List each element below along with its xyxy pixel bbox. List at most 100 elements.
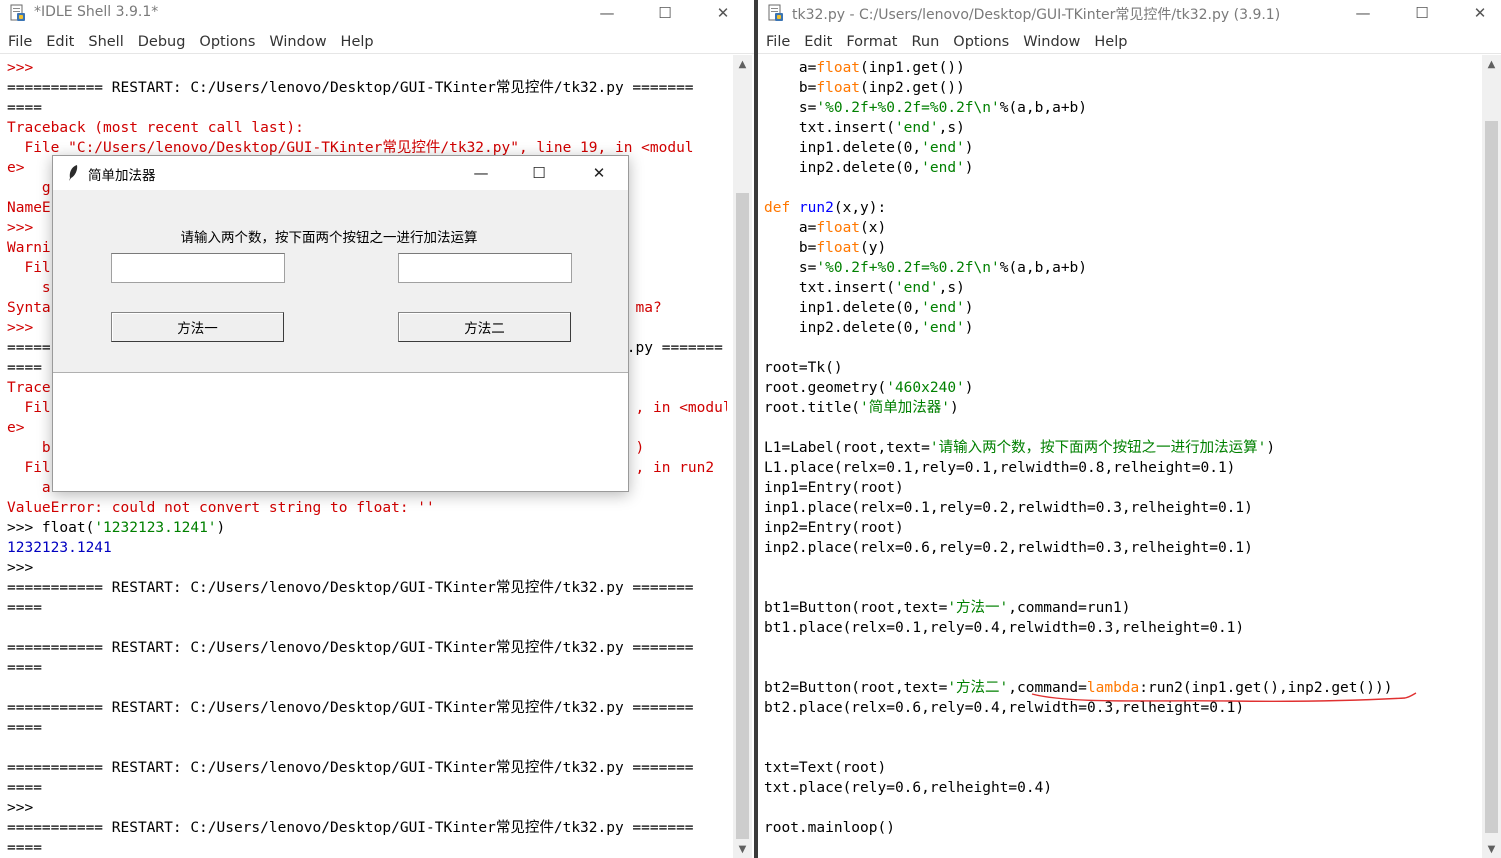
code-token: '460x240' xyxy=(886,380,965,396)
code-token: '简单加法器' xyxy=(860,400,950,416)
code-token: (x,y): xyxy=(833,200,887,216)
editor-menu-file[interactable]: File xyxy=(766,30,790,53)
number-input-2[interactable] xyxy=(398,253,572,283)
editor-code-line: a=float(inp1.get()) xyxy=(764,58,1489,78)
code-token: 'end' xyxy=(894,120,939,136)
editor-maximize-button[interactable]: ☐ xyxy=(1399,0,1445,26)
idle-app-icon xyxy=(10,4,25,21)
editor-code-line xyxy=(764,338,1489,358)
shell-scroll-thumb[interactable] xyxy=(736,193,749,839)
shell-output-line xyxy=(7,618,727,638)
code-token: ,s) xyxy=(938,120,965,136)
code-token: bt2=Button(root,text= xyxy=(764,680,948,696)
editor-menubar: File Edit Format Run Options Window Help xyxy=(758,30,1501,54)
code-token: Fil xyxy=(7,400,51,416)
shell-menu-options[interactable]: Options xyxy=(199,30,255,53)
editor-code-line: inp2.place(relx=0.6,rely=0.2,relwidth=0.… xyxy=(764,538,1489,558)
editor-scrollbar[interactable]: ▲ ▼ xyxy=(1482,55,1501,858)
shell-output-line: =========== RESTART: C:/Users/lenovo/Des… xyxy=(7,698,727,718)
editor-code-line: inp2.delete(0,'end') xyxy=(764,318,1489,338)
editor-code-line: txt.insert('end',s) xyxy=(764,278,1489,298)
editor-menu-options[interactable]: Options xyxy=(953,30,1009,53)
shell-minimize-button[interactable]: — xyxy=(584,0,630,26)
editor-menu-help[interactable]: Help xyxy=(1094,30,1127,53)
editor-scroll-thumb[interactable] xyxy=(1485,121,1498,833)
shell-menu-shell[interactable]: Shell xyxy=(88,30,123,53)
code-token: float xyxy=(816,80,861,96)
code-token: inp2.delete(0, xyxy=(764,160,922,176)
code-token: b= xyxy=(764,240,817,256)
shell-menu-debug[interactable]: Debug xyxy=(138,30,186,53)
result-text-area[interactable] xyxy=(53,372,628,491)
shell-scroll-up-arrow-icon[interactable]: ▲ xyxy=(733,55,752,73)
code-token: ,command=run1) xyxy=(1008,600,1131,616)
code-token: txt.insert( xyxy=(764,280,895,296)
shell-output-line: =========== RESTART: C:/Users/lenovo/Des… xyxy=(7,78,727,98)
editor-code-line: root.geometry('460x240') xyxy=(764,378,1489,398)
editor-code-line: s='%0.2f+%0.2f=%0.2f\n'%(a,b,a+b) xyxy=(764,258,1489,278)
editor-code-line xyxy=(764,578,1489,598)
code-token: Traceback (most recent call last): xyxy=(7,120,304,136)
shell-output-line: >>> xyxy=(7,558,727,578)
editor-menu-window[interactable]: Window xyxy=(1023,30,1080,53)
dialog-title: 简单加法器 xyxy=(88,168,156,184)
code-token: ==== xyxy=(7,780,42,796)
editor-menu-edit[interactable]: Edit xyxy=(804,30,832,53)
editor-code-line: inp1.delete(0,'end') xyxy=(764,298,1489,318)
code-token: inp2=Entry(root) xyxy=(764,520,904,536)
shell-scrollbar[interactable]: ▲ ▼ xyxy=(733,55,752,858)
shell-output-line: ==== xyxy=(7,838,727,858)
red-annotation-underline xyxy=(1031,692,1417,702)
code-token: Synta xyxy=(7,300,51,316)
code-token: '%0.2f+%0.2f=%0.2f\n' xyxy=(816,260,1000,276)
shell-output-line: ==== xyxy=(7,598,727,618)
code-token: '%0.2f+%0.2f=%0.2f\n' xyxy=(816,100,1000,116)
editor-scroll-down-arrow-icon[interactable]: ▼ xyxy=(1482,840,1501,858)
method-one-button[interactable]: 方法一 xyxy=(111,312,284,342)
code-token: >>> xyxy=(7,520,42,536)
code-token: float( xyxy=(41,520,95,536)
shell-output-line: =========== RESTART: C:/Users/lenovo/Des… xyxy=(7,758,727,778)
number-input-1[interactable] xyxy=(111,253,285,283)
editor-close-button[interactable]: ✕ xyxy=(1457,0,1501,26)
dialog-close-button[interactable]: ✕ xyxy=(579,160,619,186)
code-token: 'end' xyxy=(921,300,965,316)
dialog-maximize-button[interactable]: ☐ xyxy=(519,160,559,186)
code-token: ==== xyxy=(7,360,42,376)
editor-code-line xyxy=(764,638,1489,658)
editor-code-line: b=float(inp2.get()) xyxy=(764,78,1489,98)
editor-text-area[interactable]: a=float(inp1.get()) b=float(inp2.get()) … xyxy=(764,58,1489,838)
shell-window-title: *IDLE Shell 3.9.1* xyxy=(34,4,159,20)
shell-output-line xyxy=(7,678,727,698)
dialog-minimize-button[interactable]: — xyxy=(461,160,501,186)
shell-menu-file[interactable]: File xyxy=(8,30,32,53)
shell-menubar: File Edit Shell Debug Options Window Hel… xyxy=(0,30,754,54)
method-two-button[interactable]: 方法二 xyxy=(398,312,571,342)
editor-code-line: root.mainloop() xyxy=(764,818,1489,838)
editor-scroll-up-arrow-icon[interactable]: ▲ xyxy=(1482,55,1501,73)
editor-code-line: a=float(x) xyxy=(764,218,1489,238)
code-token: a= xyxy=(764,60,817,76)
shell-output-line: =========== RESTART: C:/Users/lenovo/Des… xyxy=(7,638,727,658)
shell-menu-edit[interactable]: Edit xyxy=(46,30,74,53)
editor-minimize-button[interactable]: — xyxy=(1340,0,1386,26)
shell-close-button[interactable]: ✕ xyxy=(700,0,746,26)
editor-menu-format[interactable]: Format xyxy=(846,30,897,53)
code-token: 1232123.1241 xyxy=(7,540,112,556)
code-token: %(a,b,a+b) xyxy=(999,100,1088,116)
shell-output-line: ==== xyxy=(7,98,727,118)
editor-menu-run[interactable]: Run xyxy=(911,30,939,53)
code-token: =========== RESTART: C:/Users/lenovo/Des… xyxy=(7,580,694,596)
editor-code-line xyxy=(764,738,1489,758)
code-token: root.mainloop() xyxy=(764,820,895,836)
code-token: '1232123.1241' xyxy=(94,520,217,536)
code-token: def xyxy=(764,200,791,216)
code-token: b xyxy=(7,440,51,456)
shell-maximize-button[interactable]: ☐ xyxy=(642,0,688,26)
shell-menu-window[interactable]: Window xyxy=(269,30,326,53)
code-token: s= xyxy=(764,100,817,116)
shell-scroll-down-arrow-icon[interactable]: ▼ xyxy=(733,840,752,858)
editor-code-line: def run2(x,y): xyxy=(764,198,1489,218)
shell-menu-help[interactable]: Help xyxy=(341,30,374,53)
code-token: Trace xyxy=(7,380,51,396)
